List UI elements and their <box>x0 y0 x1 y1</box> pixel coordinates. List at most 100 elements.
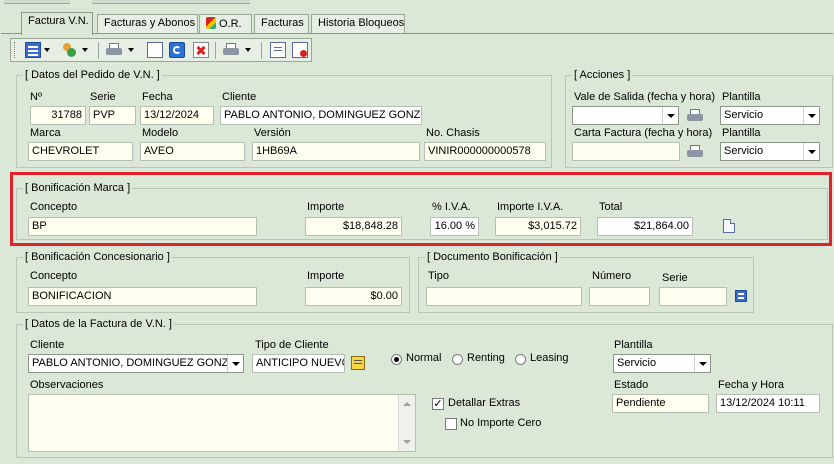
print-icon[interactable] <box>105 43 123 57</box>
bm-importe-iva-field[interactable]: $3,015.72 <box>495 217 581 236</box>
undo-icon[interactable] <box>169 42 185 58</box>
plantilla-select-2[interactable]: Servicio <box>720 142 820 161</box>
estado-label: Estado <box>614 379 649 391</box>
numero-field[interactable]: 31788 <box>30 106 86 125</box>
document-icon[interactable] <box>723 219 735 233</box>
bm-importe-iva-label: Importe I.V.A. <box>497 201 564 213</box>
bc-concepto-label: Concepto <box>30 270 78 282</box>
toolbar-separator <box>98 42 99 59</box>
vale-salida-datetime[interactable] <box>572 106 679 125</box>
chevron-down-icon[interactable] <box>803 143 819 160</box>
document-delete-icon[interactable] <box>292 42 308 58</box>
chevron-down-icon[interactable] <box>662 107 678 124</box>
bm-iva-pct-field[interactable]: 16.00 % <box>430 217 479 236</box>
modelo-field[interactable]: AVEO <box>140 142 245 161</box>
serie-field[interactable]: PVP <box>89 106 136 125</box>
print-2-dropdown-arrow[interactable] <box>245 48 251 52</box>
bm-concepto-field[interactable]: BP <box>28 217 257 236</box>
report-icon[interactable] <box>270 42 286 58</box>
fa-cliente-value: PABLO ANTONIO, DOMINGUEZ GONZ <box>32 357 229 369</box>
chevron-down-icon[interactable] <box>227 355 243 372</box>
radio-renting-label: Renting <box>467 352 505 364</box>
observaciones-label: Observaciones <box>30 379 104 391</box>
estado-field[interactable]: Pendiente <box>612 394 709 413</box>
bm-importe-field[interactable]: $18,848.28 <box>305 217 402 236</box>
bc-concepto-field[interactable]: BONIFICACION <box>28 287 257 306</box>
tab-factura-vn-label: Factura V.N. <box>28 15 89 27</box>
fecha-hora-field[interactable]: 13/12/2024 10:11 <box>716 394 820 413</box>
new-document-icon[interactable] <box>147 42 163 58</box>
calculator-icon[interactable] <box>735 290 747 302</box>
no-importe-cero-checkbox[interactable] <box>445 418 457 430</box>
carta-factura-label: Carta Factura (fecha y hora) <box>574 127 713 139</box>
fa-cliente-select[interactable]: PABLO ANTONIO, DOMINGUEZ GONZ <box>28 354 244 373</box>
carta-factura-field[interactable] <box>572 142 680 161</box>
search-list-icon[interactable] <box>351 356 365 370</box>
detallar-extras-label: Detallar Extras <box>448 397 521 409</box>
db-tipo-field[interactable] <box>426 287 582 306</box>
tab-facturas[interactable]: Facturas <box>254 14 309 33</box>
serie-label: Serie <box>90 91 116 103</box>
users-icon[interactable] <box>61 42 77 58</box>
vale-salida-label: Vale de Salida (fecha y hora) <box>574 91 716 103</box>
radio-normal[interactable] <box>391 354 402 365</box>
bonif-conces-legend: [ Bonificación Concesionario ] <box>25 251 170 263</box>
list-view-dropdown-arrow[interactable] <box>44 48 50 52</box>
tab-strip: Factura V.N. Facturas y Abonos O.R. Fact… <box>0 0 834 35</box>
chevron-down-icon[interactable] <box>803 107 819 124</box>
or-icon <box>206 17 216 29</box>
plantilla-select-1[interactable]: Servicio <box>720 106 820 125</box>
print-carta-icon[interactable] <box>686 145 704 159</box>
detallar-extras-checkbox[interactable]: ✓ <box>432 398 444 410</box>
db-tipo-label: Tipo <box>428 270 449 282</box>
db-numero-field[interactable] <box>589 287 650 306</box>
list-view-icon[interactable] <box>25 42 41 58</box>
fa-tipo-cliente-field[interactable]: ANTICIPO NUEVO <box>252 354 345 373</box>
tab-facturas-abonos-label: Facturas y Abonos <box>104 17 196 29</box>
tab-strip-top-edge-2 <box>92 0 250 4</box>
observaciones-textarea[interactable] <box>28 394 416 452</box>
tab-factura-vn[interactable]: Factura V.N. <box>21 12 93 35</box>
tab-strip-top-edge <box>4 0 70 4</box>
bm-total-field[interactable]: $21,864.00 <box>597 217 693 236</box>
radio-leasing[interactable] <box>515 354 526 365</box>
plantilla-select-1-value: Servicio <box>724 109 764 121</box>
chasis-field[interactable]: VINIR000000000578 <box>424 142 546 161</box>
cliente-field[interactable]: PABLO ANTONIO, DOMINGUEZ GONZ <box>220 106 422 125</box>
fa-cliente-label: Cliente <box>30 339 65 351</box>
print-vale-icon[interactable] <box>686 109 704 123</box>
toolbar-separator-3 <box>261 42 262 59</box>
fa-plantilla-label: Plantilla <box>614 339 653 351</box>
bonif-marca-legend: [ Bonificación Marca ] <box>25 182 131 194</box>
delete-icon[interactable] <box>193 42 209 58</box>
print-2-icon[interactable] <box>222 43 240 57</box>
chevron-down-icon[interactable] <box>694 355 710 372</box>
doc-bonif-legend: [ Documento Bonificación ] <box>427 251 558 263</box>
version-field[interactable]: 1HB69A <box>252 142 420 161</box>
acciones-legend: [ Acciones ] <box>574 69 631 81</box>
bc-importe-field[interactable]: $0.00 <box>305 287 402 306</box>
db-numero-label: Número <box>592 270 632 282</box>
tab-historia-bloqueos[interactable]: Historia Bloqueos <box>311 14 405 33</box>
fecha-hora-label: Fecha y Hora <box>718 379 785 391</box>
fecha-field[interactable]: 13/12/2024 <box>140 106 214 125</box>
chasis-label: No. Chasis <box>426 127 480 139</box>
fa-plantilla-value: Servicio <box>617 357 657 369</box>
tab-or-label: O.R. <box>219 18 242 30</box>
marca-field[interactable]: CHEVROLET <box>28 142 133 161</box>
fa-plantilla-select[interactable]: Servicio <box>613 354 711 373</box>
bm-iva-pct-label: % I.V.A. <box>432 201 471 213</box>
print-dropdown-arrow[interactable] <box>128 48 134 52</box>
users-dropdown-arrow[interactable] <box>82 48 88 52</box>
radio-renting[interactable] <box>452 354 463 365</box>
tab-or[interactable]: O.R. <box>199 14 252 33</box>
marca-label: Marca <box>30 127 61 139</box>
observaciones-scrollbar[interactable] <box>398 395 415 451</box>
tab-facturas-abonos[interactable]: Facturas y Abonos <box>97 14 198 33</box>
toolbar <box>10 38 312 62</box>
toolbar-grip <box>14 42 18 58</box>
db-serie-field[interactable] <box>659 287 727 306</box>
bm-concepto-label: Concepto <box>30 201 78 213</box>
bc-importe-label: Importe <box>307 270 345 282</box>
modelo-label: Modelo <box>142 127 179 139</box>
